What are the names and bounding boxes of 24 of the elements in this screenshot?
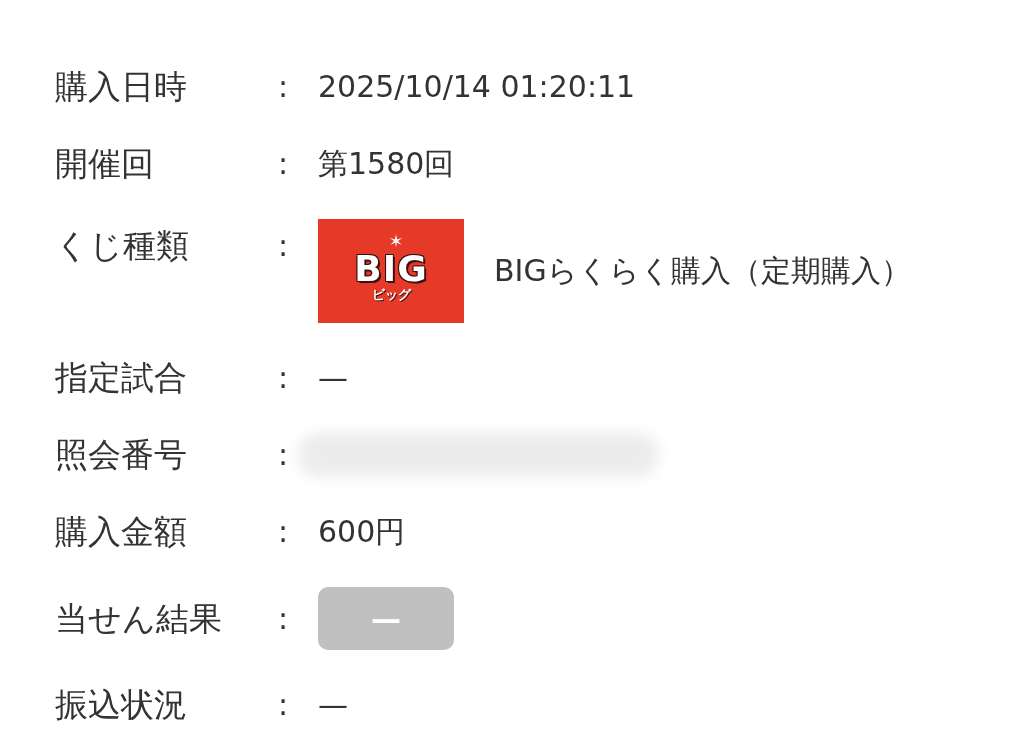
field-label: 指定試合 [55,357,188,399]
separator: : [276,145,290,183]
field-label: 購入金額 [55,511,188,553]
field-label: 振込状況 [55,684,188,726]
field-label: 購入日時 [55,66,188,108]
field-value: 2025/10/14 01:20:11 [318,68,637,106]
field-label: 照会番号 [55,434,188,476]
lottery-type: BIGらくらく購入（定期購入） [494,252,911,290]
field-value: 第1580回 [318,145,456,183]
result-badge: — [318,587,454,650]
separator: : [276,599,290,638]
separator: : [276,513,290,551]
field-label: くじ種類 [55,225,190,267]
separator: : [276,68,290,106]
separator: : [276,227,290,265]
field-label: 当せん結果 [55,597,223,640]
field-value: — [318,359,349,397]
lottery-logo: BIG ビッグ [318,219,464,323]
field-value: — [318,686,349,724]
separator: : [276,436,290,474]
field-label: 開催回 [55,143,155,185]
field-value: 600円 [318,513,407,551]
separator: : [276,686,290,724]
separator: : [276,359,290,397]
